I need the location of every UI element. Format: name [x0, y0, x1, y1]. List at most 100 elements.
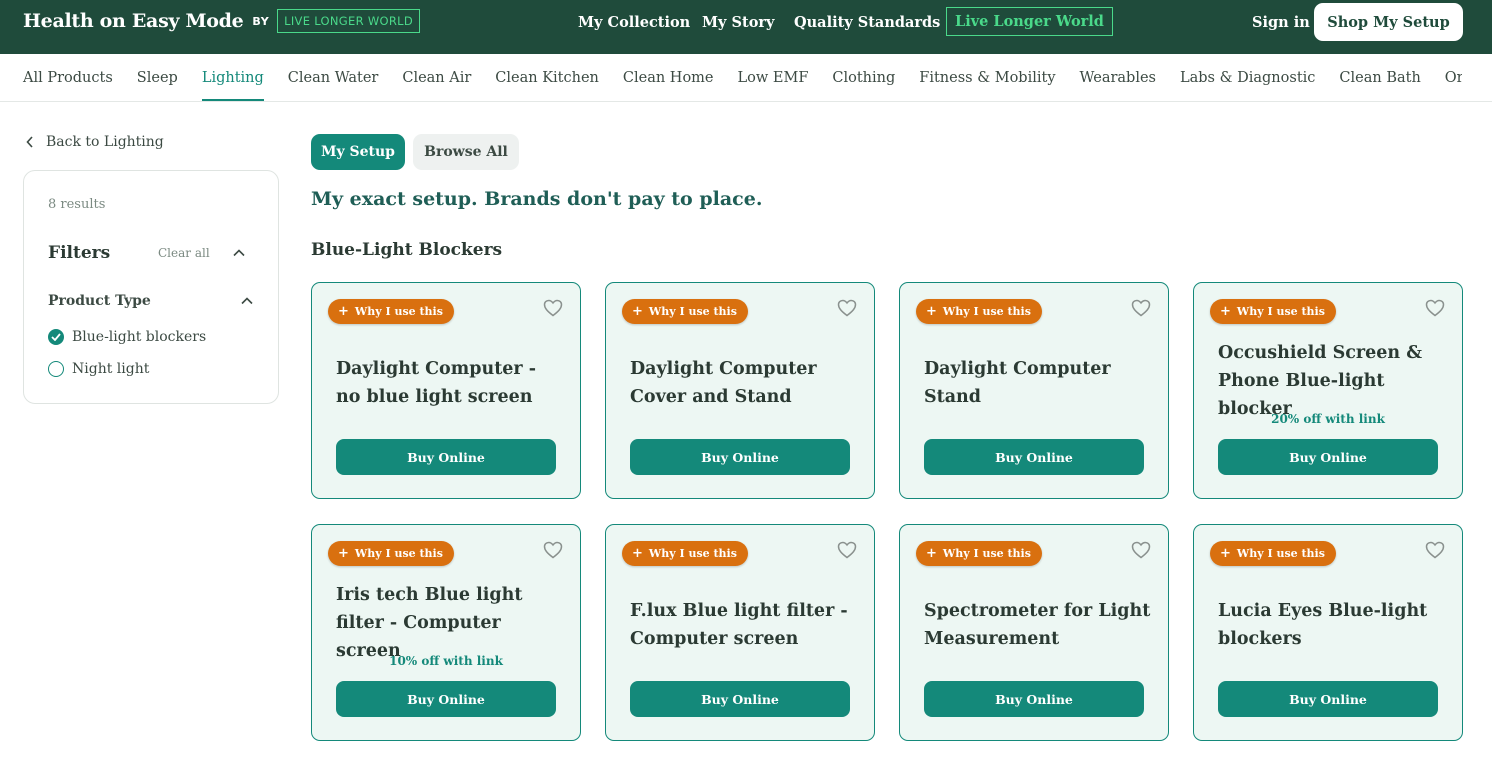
why-label: Why I use this	[1236, 547, 1325, 560]
buy-online-button[interactable]: Buy Online	[924, 439, 1144, 475]
chevron-up-icon[interactable]	[241, 297, 253, 305]
product-card[interactable]: + Why I use this Spectrometer for Light Me…	[899, 524, 1169, 741]
category-tab-wearables[interactable]: Wearables	[1080, 54, 1156, 101]
why-label: Why I use this	[354, 305, 443, 318]
buy-online-button[interactable]: Buy Online	[336, 439, 556, 475]
filter-option-blue-light-blockers[interactable]: Blue-light blockers	[48, 329, 206, 345]
clear-all-button[interactable]: Clear all	[158, 246, 210, 260]
product-card[interactable]: + Why I use this Iris tech Blue light filt…	[311, 524, 581, 741]
why-label: Why I use this	[648, 305, 737, 318]
back-to-lighting-link[interactable]: Back to Lighting	[26, 134, 164, 150]
category-tab-clean-air[interactable]: Clean Air	[402, 54, 471, 101]
plus-icon: +	[632, 546, 643, 561]
plus-icon: +	[1220, 304, 1231, 319]
section-title: Blue-Light Blockers	[311, 240, 503, 260]
heart-icon[interactable]	[837, 541, 857, 563]
category-bar: All Products Sleep Lighting Clean Water Clea…	[0, 54, 1492, 102]
plus-icon: +	[1220, 546, 1231, 561]
heart-icon[interactable]	[1425, 299, 1445, 321]
product-title: Lucia Eyes Blue-light blockers	[1218, 601, 1428, 649]
why-label: Why I use this	[354, 547, 443, 560]
product-card[interactable]: + Why I use this Daylight Computer Stand Bu…	[899, 282, 1169, 499]
sign-in-link[interactable]: Sign in	[1252, 0, 1310, 44]
product-card[interactable]: + Why I use this Daylight Computer - no bl…	[311, 282, 581, 499]
nav-quality-standards-label: Quality Standards	[794, 13, 941, 31]
results-count: 8 results	[48, 197, 106, 212]
filter-option-night-light[interactable]: Night light	[48, 361, 149, 377]
why-i-use-this-badge[interactable]: + Why I use this	[328, 541, 454, 566]
buy-online-button[interactable]: Buy Online	[1218, 681, 1438, 717]
why-label: Why I use this	[648, 547, 737, 560]
brand-badge: LIVE LONGER WORLD	[277, 9, 420, 33]
category-tab-fitness-mobility[interactable]: Fitness & Mobility	[919, 54, 1055, 101]
why-label: Why I use this	[942, 547, 1031, 560]
category-tab-clean-water[interactable]: Clean Water	[288, 54, 379, 101]
buy-online-button[interactable]: Buy Online	[630, 439, 850, 475]
chevron-up-icon[interactable]	[233, 249, 245, 257]
why-i-use-this-badge[interactable]: + Why I use this	[622, 299, 748, 324]
category-tab-sleep[interactable]: Sleep	[137, 54, 178, 101]
filter-option-label: Blue-light blockers	[72, 329, 207, 345]
category-tab-labs-diagnostic[interactable]: Labs & Diagnostic	[1180, 54, 1315, 101]
buy-online-button[interactable]: Buy Online	[924, 681, 1144, 717]
product-card[interactable]: + Why I use this Occushield Screen & Phone…	[1193, 282, 1463, 499]
product-card[interactable]: + Why I use this Lucia Eyes Blue-light blo…	[1193, 524, 1463, 741]
shop-my-setup-button[interactable]: Shop My Setup	[1314, 3, 1463, 41]
buy-online-button[interactable]: Buy Online	[630, 681, 850, 717]
plus-icon: +	[926, 546, 937, 561]
product-type-heading: Product Type	[48, 293, 151, 309]
nav-quality-standards[interactable]: Quality Standards	[794, 0, 940, 44]
product-card[interactable]: + Why I use this F.lux Blue light filter -…	[605, 524, 875, 741]
nav-my-story-label: My Story	[702, 13, 775, 31]
heart-icon[interactable]	[1131, 541, 1151, 563]
product-card[interactable]: + Why I use this Daylight Computer Cover a…	[605, 282, 875, 499]
category-tab-low-emf[interactable]: Low EMF	[738, 54, 809, 101]
nav-my-collection[interactable]: My Collection	[578, 0, 690, 44]
product-title: F.lux Blue light filter - Computer scree…	[630, 601, 848, 649]
why-i-use-this-badge[interactable]: + Why I use this	[916, 299, 1042, 324]
buy-online-button[interactable]: Buy Online	[1218, 439, 1438, 475]
nav-my-collection-label: My Collection	[578, 13, 691, 31]
plus-icon: +	[338, 304, 349, 319]
why-i-use-this-badge[interactable]: + Why I use this	[916, 541, 1042, 566]
category-tab-all-products[interactable]: All Products	[23, 54, 113, 101]
back-label: Back to Lighting	[46, 134, 164, 150]
discount-label: 20% off with link	[1271, 412, 1385, 426]
nav-my-story[interactable]: My Story	[702, 0, 774, 44]
heart-icon[interactable]	[837, 299, 857, 321]
nav-live-longer-world[interactable]: Live Longer World	[946, 7, 1113, 36]
category-tab-clean-kitchen[interactable]: Clean Kitchen	[495, 54, 599, 101]
brand-logo[interactable]: Health on Easy Mode BY LIVE LONGER WORLD	[23, 9, 420, 33]
plus-icon: +	[338, 546, 349, 561]
plus-icon: +	[926, 304, 937, 319]
category-tab-clean-bath[interactable]: Clean Bath	[1339, 54, 1420, 101]
category-tab-clean-home[interactable]: Clean Home	[623, 54, 714, 101]
why-label: Why I use this	[942, 305, 1031, 318]
category-list: All Products Sleep Lighting Clean Water Clea…	[23, 54, 1492, 101]
tab-my-setup[interactable]: My Setup	[311, 134, 405, 170]
product-title: Occushield Screen & Phone Blue-light blo…	[1218, 343, 1423, 419]
product-title: Spectrometer for Light Measurement	[924, 601, 1151, 649]
buy-online-button[interactable]: Buy Online	[336, 681, 556, 717]
discount-label: 10% off with link	[389, 654, 503, 668]
why-i-use-this-badge[interactable]: + Why I use this	[622, 541, 748, 566]
heart-icon[interactable]	[543, 299, 563, 321]
why-i-use-this-badge[interactable]: + Why I use this	[1210, 299, 1336, 324]
plus-icon: +	[632, 304, 643, 319]
filter-panel: 8 results Filters Clear all Product Type…	[23, 170, 279, 404]
category-tab-clothing[interactable]: Clothing	[832, 54, 895, 101]
heart-icon[interactable]	[543, 541, 563, 563]
category-tab-lighting[interactable]: Lighting	[201, 54, 264, 101]
why-i-use-this-badge[interactable]: + Why I use this	[328, 299, 454, 324]
top-navigation-bar: Health on Easy Mode BY LIVE LONGER WORLD…	[0, 0, 1492, 54]
brand-by: BY	[252, 14, 270, 28]
heart-icon[interactable]	[1425, 541, 1445, 563]
category-bar-fade	[1462, 54, 1492, 101]
radio-icon	[48, 361, 64, 377]
tab-browse-all[interactable]: Browse All	[413, 134, 519, 170]
chevron-left-icon	[26, 136, 33, 148]
heart-icon[interactable]	[1131, 299, 1151, 321]
why-i-use-this-badge[interactable]: + Why I use this	[1210, 541, 1336, 566]
view-tabs: My Setup Browse All	[311, 134, 519, 170]
sign-in-label: Sign in	[1252, 13, 1310, 31]
